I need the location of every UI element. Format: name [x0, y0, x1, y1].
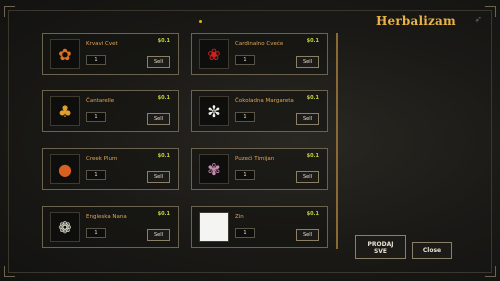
sell-button[interactable]: Sell [147, 56, 170, 68]
quantity-input[interactable]: 1 [86, 170, 106, 180]
item-card: ♣ Čantarelle $0.1 1 Sell [42, 90, 179, 132]
item-name: Zin [235, 214, 244, 220]
quantity-input[interactable]: 1 [86, 228, 106, 238]
item-price: $0.1 [157, 153, 170, 159]
item-card: Zin $0.1 1 Sell [191, 206, 328, 248]
close-button[interactable]: Close [412, 242, 452, 259]
corner-ornament [4, 266, 15, 277]
item-name: Creek Plum [86, 156, 118, 162]
item-name: Cardinalno Cveće [235, 41, 284, 47]
item-name: Krvavi Cvet [86, 41, 118, 47]
item-card: ❁ Engleska Nana $0.1 1 Sell [42, 206, 179, 248]
sell-button[interactable]: Sell [296, 56, 319, 68]
item-price: $0.1 [306, 38, 319, 44]
missing-image-icon [199, 212, 229, 242]
corner-ornament [4, 6, 15, 17]
mushroom-icon: ♣ [50, 96, 80, 126]
sell-all-label-line2: SVE [373, 248, 388, 255]
item-price: $0.1 [306, 153, 319, 159]
sell-all-button[interactable]: PRODAJ SVE [355, 235, 406, 259]
divider [336, 33, 338, 249]
quantity-input[interactable]: 1 [235, 112, 255, 122]
item-card: ✼ Čokoladna Margareta $0.1 1 Sell [191, 90, 328, 132]
plum-icon: ● [50, 154, 80, 184]
quantity-input[interactable]: 1 [235, 55, 255, 65]
item-card: ✿ Krvavi Cvet $0.1 1 Sell [42, 33, 179, 75]
item-name: Čantarelle [86, 98, 115, 104]
thyme-icon: ✾ [199, 154, 229, 184]
item-price: $0.1 [157, 95, 170, 101]
item-name: Puzeći Timijan [235, 156, 275, 162]
item-price: $0.1 [306, 95, 319, 101]
daisy-icon: ✼ [199, 96, 229, 126]
quantity-input[interactable]: 1 [235, 170, 255, 180]
item-card: ✾ Puzeći Timijan $0.1 1 Sell [191, 148, 328, 190]
sell-button[interactable]: Sell [296, 113, 319, 125]
sell-button[interactable]: Sell [147, 171, 170, 183]
ornament-arrow-icon: ➶ [474, 15, 482, 25]
sell-button[interactable]: Sell [147, 113, 170, 125]
item-price: $0.1 [306, 211, 319, 217]
quantity-input[interactable]: 1 [86, 112, 106, 122]
item-price: $0.1 [157, 38, 170, 44]
quantity-input[interactable]: 1 [86, 55, 106, 65]
item-card: ❀ Cardinalno Cveće $0.1 1 Sell [191, 33, 328, 75]
sell-button[interactable]: Sell [296, 229, 319, 241]
cardinal-flower-icon: ❀ [199, 39, 229, 69]
sell-button[interactable]: Sell [296, 171, 319, 183]
indicator-dot [199, 20, 202, 23]
item-card: ● Creek Plum $0.1 1 Sell [42, 148, 179, 190]
sell-button[interactable]: Sell [147, 229, 170, 241]
corner-ornament [485, 6, 496, 17]
corner-ornament [485, 266, 496, 277]
quantity-input[interactable]: 1 [235, 228, 255, 238]
red-flower-icon: ✿ [50, 39, 80, 69]
page-title: Herbalizam [376, 14, 456, 28]
item-name: Engleska Nana [86, 214, 127, 220]
mint-icon: ❁ [50, 212, 80, 242]
item-name: Čokoladna Margareta [235, 98, 294, 104]
sell-all-label-line1: PRODAJ [367, 241, 394, 248]
item-price: $0.1 [157, 211, 170, 217]
